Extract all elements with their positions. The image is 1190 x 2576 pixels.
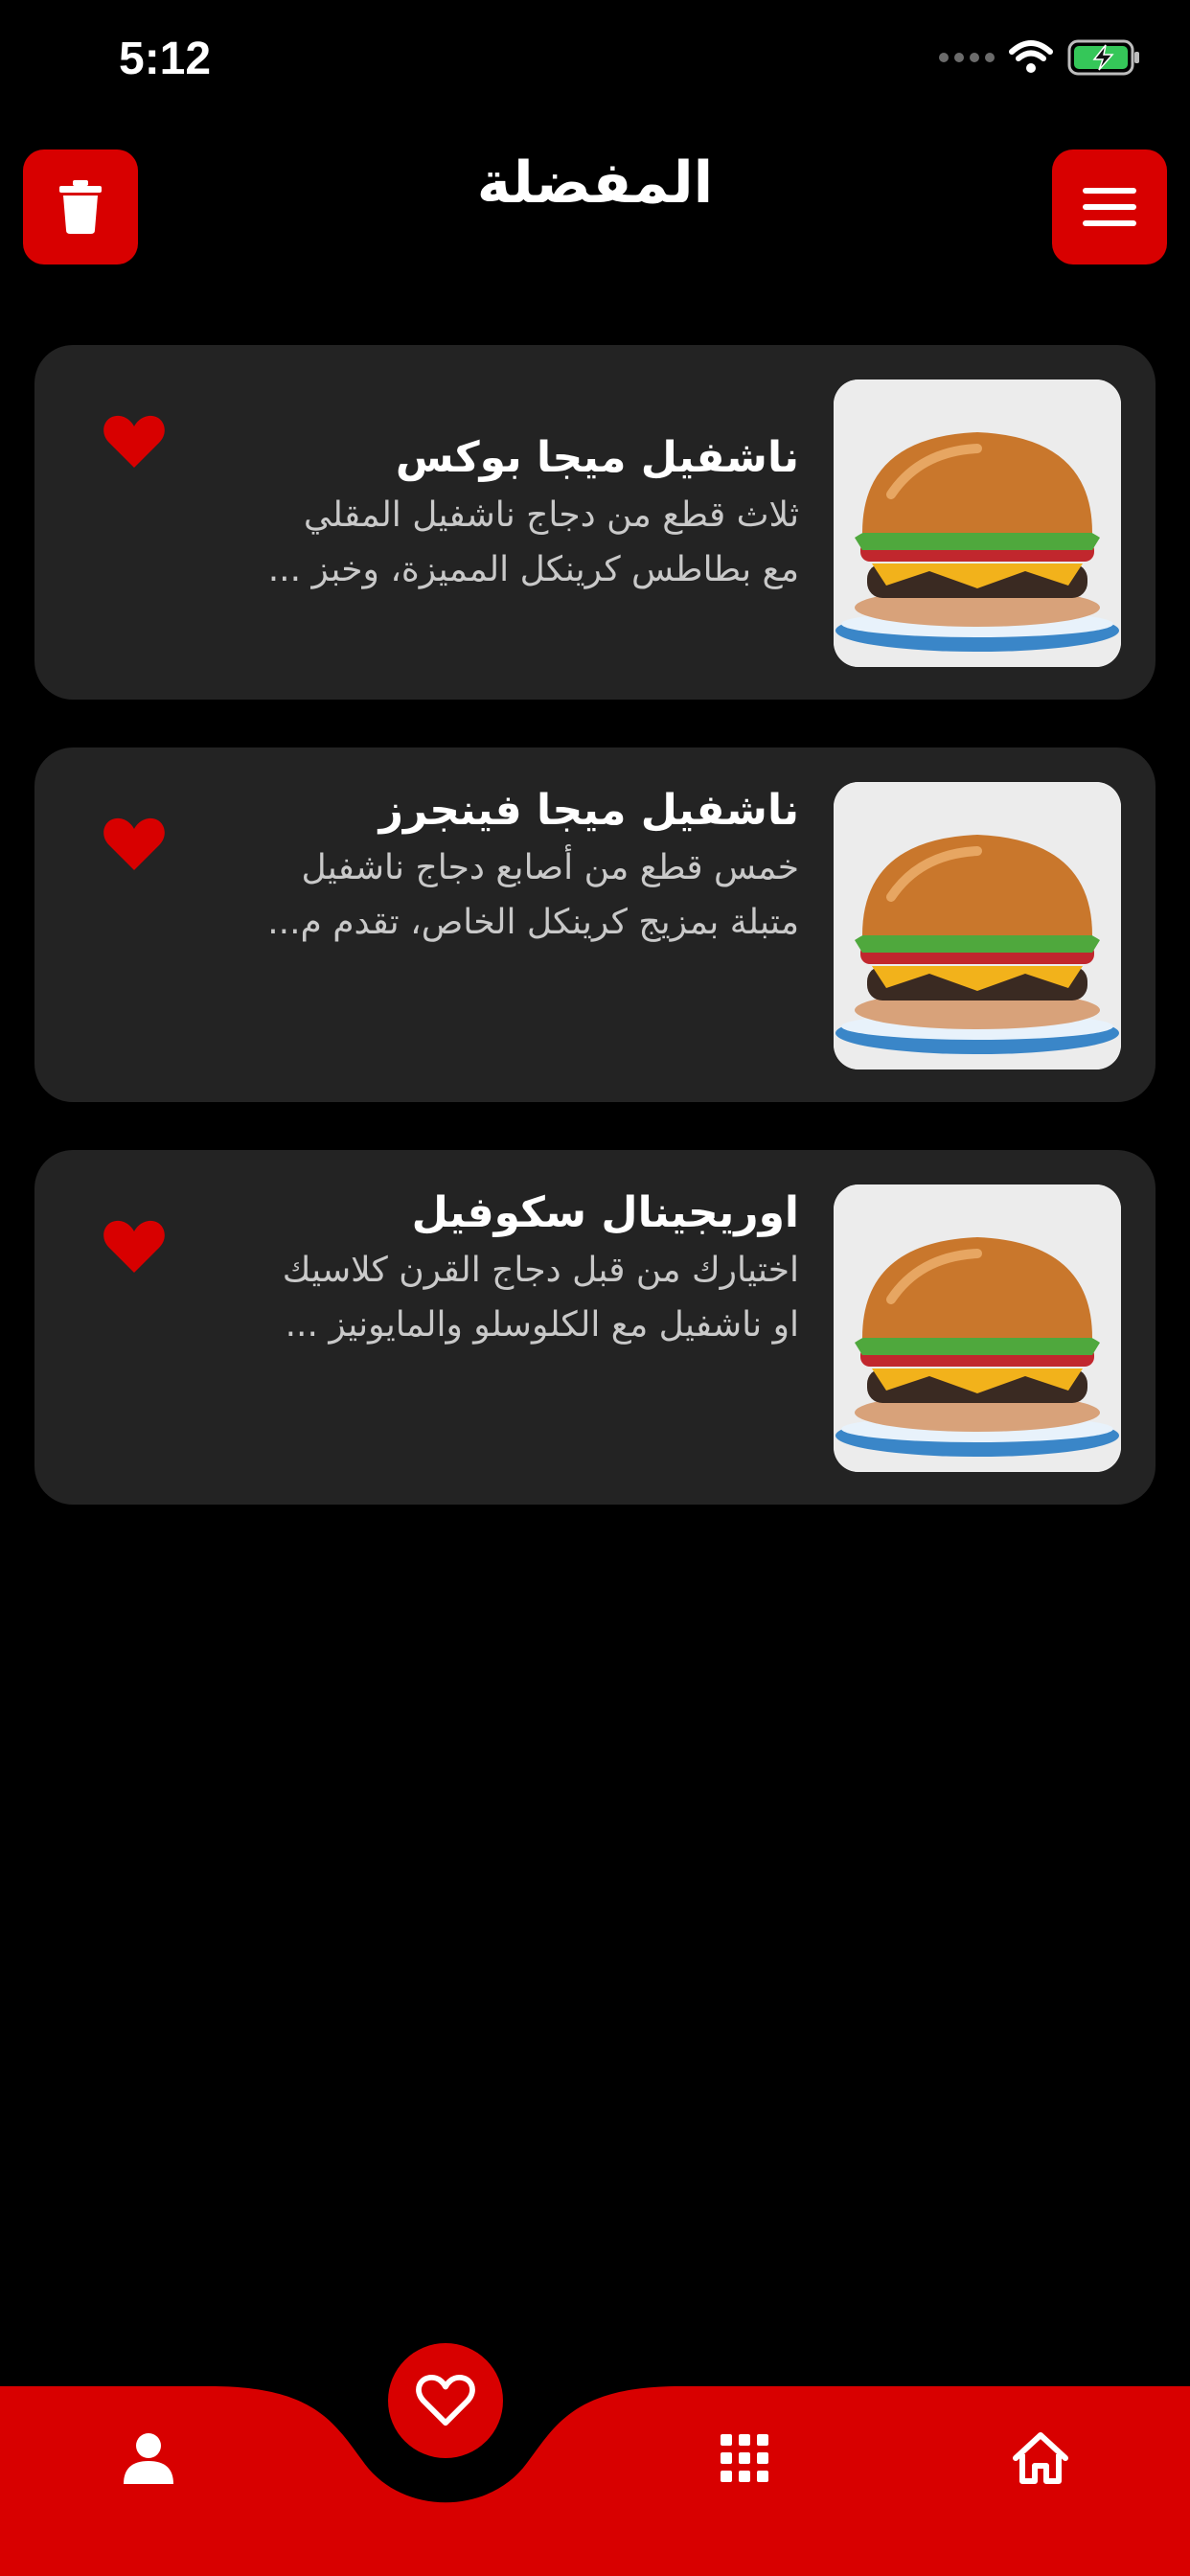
status-icons (939, 38, 1142, 77)
card-text: ناشفيل ميجا فينجرز خمس قطع من أصابع دجاج… (205, 786, 799, 950)
heart-icon[interactable] (103, 414, 165, 470)
nav-menu-grid-button[interactable] (697, 2410, 792, 2506)
menu-button[interactable] (1052, 150, 1167, 264)
page-title: المفضلة (476, 150, 714, 217)
signal-icon (939, 53, 995, 62)
header: المفضلة (0, 144, 1190, 268)
card-description-line: اختيارك من قبل دجاج القرن كلاسيك (282, 1251, 799, 1290)
home-icon (1013, 2432, 1068, 2484)
card-text: اوريجينال سكوفيل اختيارك من قبل دجاج الق… (205, 1188, 799, 1352)
favorite-card[interactable]: ناشفيل ميجا فينجرز خمس قطع من أصابع دجاج… (34, 748, 1156, 1102)
profile-icon (124, 2433, 173, 2484)
card-text: ناشفيل ميجا بوكس ثلاث قطع من دجاج ناشفيل… (205, 433, 799, 597)
card-description-line: متبلة بمزيج كرينكل الخاص، تقدم م... (267, 903, 799, 942)
nav-profile-button[interactable] (101, 2410, 196, 2506)
card-title: ناشفيل ميجا بوكس (395, 433, 799, 482)
heart-icon[interactable] (103, 816, 165, 872)
burger-image (834, 380, 1121, 667)
grid-icon (721, 2434, 768, 2482)
wifi-icon (1009, 40, 1053, 73)
status-bar: 5:12 (0, 0, 1190, 134)
favorite-card[interactable]: اوريجينال سكوفيل اختيارك من قبل دجاج الق… (34, 1150, 1156, 1505)
card-description: خمس قطع من أصابع دجاج ناشفيل متبلة بمزيج… (205, 840, 799, 950)
heart-icon (416, 2374, 475, 2426)
favorites-list: ناشفيل ميجا بوكس ثلاث قطع من دجاج ناشفيل… (34, 345, 1156, 1552)
bottom-nav (0, 2386, 1190, 2576)
nav-home-button[interactable] (993, 2410, 1088, 2506)
burger-image (834, 1184, 1121, 1472)
card-description-line: مع بطاطس كرينكل المميزة، وخبز ... (267, 550, 799, 589)
favorite-card[interactable]: ناشفيل ميجا بوكس ثلاث قطع من دجاج ناشفيل… (34, 345, 1156, 700)
card-title: ناشفيل ميجا فينجرز (378, 786, 799, 835)
burger-image (834, 782, 1121, 1070)
card-description-line: او ناشفيل مع الكلوسلو والمايونيز ... (285, 1305, 799, 1345)
card-description: ثلاث قطع من دجاج ناشفيل المقلي مع بطاطس … (205, 488, 799, 597)
card-description-line: ثلاث قطع من دجاج ناشفيل المقلي (303, 495, 799, 535)
status-time: 5:12 (119, 34, 212, 84)
hamburger-menu-icon (1083, 188, 1136, 226)
battery-icon (1067, 39, 1139, 76)
card-description: اختيارك من قبل دجاج القرن كلاسيك او ناشف… (205, 1243, 799, 1352)
nav-favorites-button[interactable] (388, 2343, 503, 2458)
card-title: اوريجينال سكوفيل (411, 1188, 799, 1237)
heart-icon[interactable] (103, 1219, 165, 1275)
card-description-line: خمس قطع من أصابع دجاج ناشفيل (301, 848, 799, 887)
